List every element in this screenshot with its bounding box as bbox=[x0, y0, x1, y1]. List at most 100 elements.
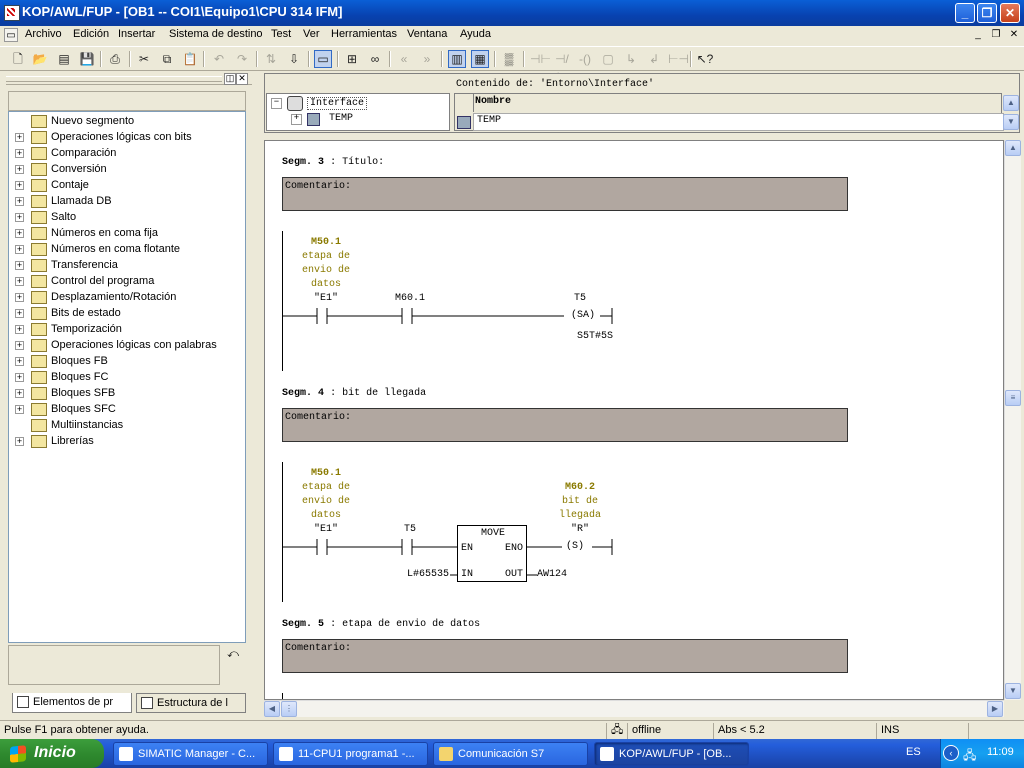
menu-ventana[interactable]: Ventana bbox=[407, 28, 447, 40]
expand-icon[interactable]: + bbox=[15, 309, 24, 318]
expand-icon[interactable]: + bbox=[15, 373, 24, 382]
panel-handle[interactable]: ◫ ✕ bbox=[6, 73, 252, 85]
network-3-title[interactable]: Título: bbox=[342, 157, 384, 168]
expand-icon[interactable]: + bbox=[15, 229, 24, 238]
load-icon[interactable]: ⇅ bbox=[262, 50, 280, 68]
task-comunicacion[interactable]: Comunicación S7 bbox=[433, 742, 588, 766]
timer-coil[interactable]: (SA) bbox=[565, 309, 601, 323]
task-simatic-manager[interactable]: SIMATIC Manager - C... bbox=[113, 742, 268, 766]
scroll-thumb[interactable]: ⋮ bbox=[281, 701, 297, 717]
contact-nc-icon[interactable]: ⊣/⊢ bbox=[553, 50, 571, 84]
app-icon[interactable] bbox=[4, 5, 20, 21]
close-branch-icon[interactable]: ↲ bbox=[645, 50, 663, 68]
menu-herramientas[interactable]: Herramientas bbox=[331, 28, 397, 40]
language-indicator[interactable]: ES bbox=[906, 746, 921, 758]
undo-icon[interactable]: ↶ bbox=[210, 50, 228, 68]
network-4-comment[interactable]: Comentario: bbox=[282, 408, 848, 442]
expand-icon[interactable]: + bbox=[15, 293, 24, 302]
menu-sistema-de-destino[interactable]: Sistema de destino bbox=[169, 28, 263, 40]
scroll-right-button[interactable]: ▶ bbox=[987, 701, 1003, 717]
editor-horizontal-scrollbar[interactable]: ◀ ⋮ ▶ bbox=[264, 700, 1004, 717]
start-button[interactable]: Inicio bbox=[0, 739, 104, 768]
expand-icon[interactable]: + bbox=[15, 149, 24, 158]
open-branch-icon[interactable]: ↳ bbox=[622, 50, 640, 68]
mdi-restore-icon[interactable]: ❐ bbox=[989, 28, 1003, 42]
network-icon[interactable]: ▭ bbox=[314, 50, 332, 68]
coil-address[interactable]: M60.2 bbox=[550, 481, 610, 495]
expand-icon[interactable]: + bbox=[15, 277, 24, 286]
menu-insertar[interactable]: Insertar bbox=[118, 28, 155, 40]
expand-icon[interactable]: + bbox=[15, 261, 24, 270]
expand-icon[interactable]: + bbox=[15, 245, 24, 254]
menu-edicion[interactable]: Edición bbox=[73, 28, 109, 40]
interface-scroll-down[interactable]: ▼ bbox=[1003, 114, 1019, 130]
copy-icon[interactable]: ⧉ bbox=[158, 50, 176, 68]
network-3-comment[interactable]: Comentario: bbox=[282, 177, 848, 211]
monitor-icon[interactable]: ∞ bbox=[366, 50, 384, 68]
title-bar[interactable]: KOP/AWL/FUP - [OB1 -- COI1\Equipo1\CPU 3… bbox=[0, 0, 1024, 26]
panel-dock-icon[interactable]: ◫ bbox=[224, 73, 236, 85]
overview-icon[interactable]: ⊞ bbox=[343, 50, 361, 68]
expand-icon[interactable]: + bbox=[15, 357, 24, 366]
contact-address[interactable]: M50.1 bbox=[301, 236, 351, 250]
contact-address[interactable]: M50.1 bbox=[301, 467, 351, 481]
next-error-icon[interactable]: » bbox=[418, 50, 436, 68]
expand-icon[interactable]: + bbox=[15, 341, 24, 350]
expand-icon[interactable]: + bbox=[291, 114, 302, 125]
restore-button[interactable]: ❐ bbox=[977, 3, 997, 23]
tray-expand-icon[interactable]: ‹ bbox=[943, 745, 959, 761]
expand-icon[interactable]: + bbox=[15, 389, 24, 398]
panel-close-icon[interactable]: ✕ bbox=[236, 73, 248, 85]
new-network-icon[interactable]: ▒ bbox=[500, 50, 518, 68]
ladder-editor[interactable]: Segm. 3 : Título: Comentario: M50.1 etap… bbox=[264, 140, 1004, 700]
open-icon[interactable]: 📂 bbox=[31, 50, 49, 68]
interface-tree-root[interactable]: Interface bbox=[307, 97, 368, 110]
details-icon[interactable]: ▦ bbox=[471, 50, 489, 68]
expand-icon[interactable]: + bbox=[15, 133, 24, 142]
paste-icon[interactable]: 📋 bbox=[181, 50, 199, 68]
mdi-minimize-icon[interactable]: _ bbox=[971, 28, 985, 42]
expand-icon[interactable]: + bbox=[15, 325, 24, 334]
expand-icon[interactable]: + bbox=[15, 197, 24, 206]
menu-ayuda[interactable]: Ayuda bbox=[460, 28, 491, 40]
minimize-button[interactable]: _ bbox=[955, 3, 975, 23]
scroll-left-button[interactable]: ◀ bbox=[264, 701, 280, 717]
task-cpu-programa[interactable]: 11-CPU1 programa1 -... bbox=[273, 742, 428, 766]
connection-icon[interactable]: ⊢⊣ bbox=[668, 50, 689, 68]
network-tray-icon[interactable]: 🖧 bbox=[963, 746, 976, 767]
print-icon[interactable]: ⎙ bbox=[106, 50, 124, 68]
collapse-icon[interactable]: − bbox=[271, 98, 282, 109]
interface-tree-temp[interactable]: TEMP bbox=[329, 113, 353, 124]
expand-icon[interactable]: + bbox=[15, 181, 24, 190]
save-icon[interactable]: 💾 bbox=[78, 50, 96, 68]
program-elements-icon[interactable]: ▥ bbox=[448, 50, 466, 68]
previous-error-icon[interactable]: « bbox=[395, 50, 413, 68]
network-5-title[interactable]: etapa de envio de datos bbox=[342, 619, 480, 630]
mdi-close-icon[interactable]: ✕ bbox=[1007, 28, 1021, 42]
coil-icon[interactable]: -() bbox=[576, 50, 594, 68]
help-icon[interactable]: ↖? bbox=[696, 50, 714, 68]
empty-box-icon[interactable]: ▢ bbox=[599, 50, 617, 68]
redo-icon[interactable]: ↷ bbox=[233, 50, 251, 68]
new-icon[interactable]: 🗋 bbox=[9, 50, 27, 68]
tab-call-structure[interactable]: Estructura de l bbox=[136, 693, 246, 713]
expand-icon[interactable]: + bbox=[15, 437, 24, 446]
tab-program-elements[interactable]: Elementos de pr bbox=[12, 693, 132, 713]
column-header-nombre[interactable]: Nombre bbox=[475, 96, 511, 107]
cut-icon[interactable]: ✂ bbox=[135, 50, 153, 68]
expand-icon[interactable]: + bbox=[15, 165, 24, 174]
close-button[interactable]: ✕ bbox=[1000, 3, 1020, 23]
timer-value[interactable]: S5T#5S bbox=[560, 330, 630, 344]
expand-icon[interactable]: + bbox=[15, 405, 24, 414]
interface-row-temp[interactable]: TEMP bbox=[473, 113, 1004, 131]
contact-no-icon[interactable]: ⊣⊢ bbox=[530, 50, 551, 68]
scroll-up-button[interactable]: ▲ bbox=[1005, 140, 1021, 156]
document-menu-icon[interactable]: ▭ bbox=[4, 28, 18, 42]
network-4-title[interactable]: bit de llegada bbox=[342, 388, 426, 399]
download-icon[interactable]: ⇩ bbox=[285, 50, 303, 68]
scroll-down-button[interactable]: ▼ bbox=[1005, 683, 1021, 699]
interface-scroll-up[interactable]: ▲ bbox=[1003, 95, 1019, 111]
panel-grip[interactable] bbox=[6, 76, 222, 82]
set-coil[interactable]: (S) bbox=[560, 540, 590, 554]
clock[interactable]: 11:09 bbox=[987, 746, 1014, 758]
